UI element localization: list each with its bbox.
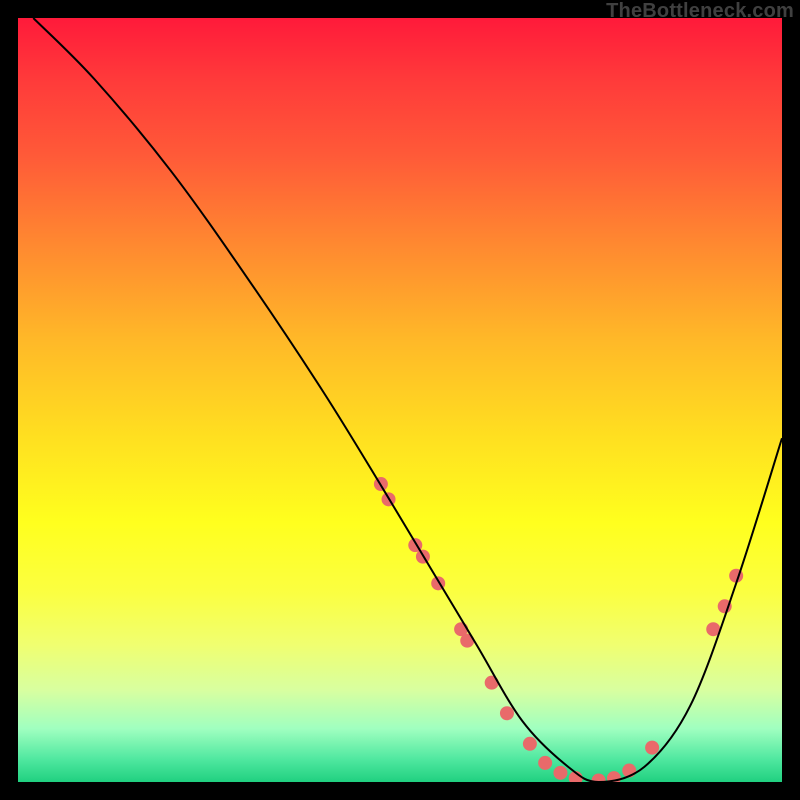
bottleneck-curve bbox=[33, 18, 782, 782]
marker-dot bbox=[645, 741, 659, 755]
marker-dot bbox=[553, 766, 567, 780]
bottleneck-chart bbox=[18, 18, 782, 782]
marker-dot bbox=[500, 706, 514, 720]
marker-dot bbox=[538, 756, 552, 770]
curve-markers bbox=[374, 477, 743, 782]
marker-dot bbox=[523, 737, 537, 751]
